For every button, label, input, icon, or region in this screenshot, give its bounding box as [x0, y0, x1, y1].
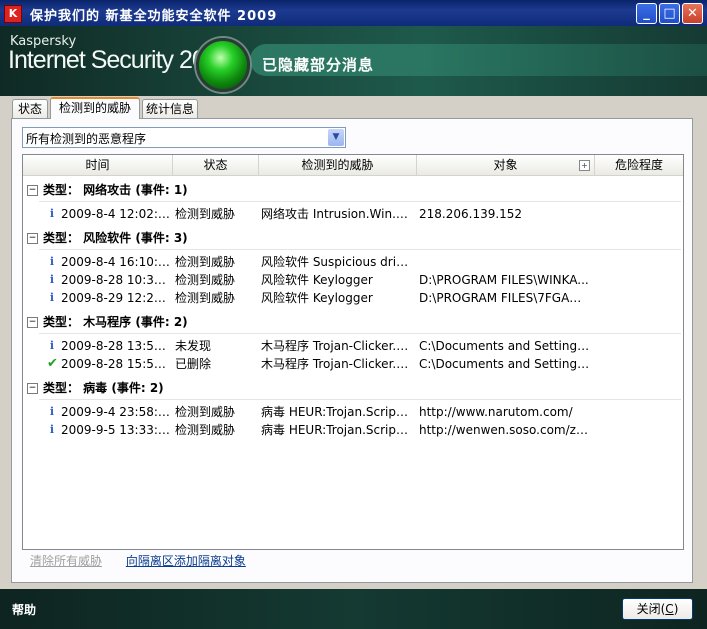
cell-time: 2009-8-28 13:58...: [61, 339, 171, 353]
cell-threat: 木马程序 Trojan-Clicker.J...: [261, 339, 411, 353]
divider: [39, 333, 681, 334]
help-link[interactable]: 帮助: [12, 601, 36, 618]
threat-filter-value: 所有检测到的恶意程序: [26, 132, 147, 146]
chevron-down-icon[interactable]: ▼: [328, 129, 344, 146]
column-time[interactable]: 时间: [23, 155, 173, 175]
cell-status: 已删除: [175, 357, 212, 371]
maximize-button[interactable]: □: [659, 3, 680, 24]
collapse-icon[interactable]: −: [27, 383, 38, 394]
info-icon: i: [49, 273, 55, 286]
collapse-icon[interactable]: −: [27, 233, 38, 244]
cell-threat: 风险软件 Keylogger: [261, 273, 373, 287]
close-button-label-end: ): [673, 602, 679, 616]
threat-list[interactable]: 时间 状态 检测到的威胁 对象 + 危险程度 − 类型： 网络攻击 (事件: 1)…: [22, 154, 684, 550]
column-status[interactable]: 状态: [173, 155, 259, 175]
cell-threat: 风险软件 Keylogger: [261, 291, 373, 305]
info-icon: i: [49, 207, 55, 220]
close-button-label: 关闭(: [636, 602, 666, 616]
threat-filter-select[interactable]: 所有检测到的恶意程序 ▼: [22, 127, 346, 148]
group-header[interactable]: − 类型： 风险软件 (事件: 3): [27, 229, 188, 247]
cell-status: 检测到威胁: [175, 273, 236, 287]
column-threat[interactable]: 检测到的威胁: [259, 155, 417, 175]
check-icon: ✔: [47, 356, 57, 371]
cell-object: 218.206.139.152: [419, 207, 523, 221]
minimize-button[interactable]: _: [636, 3, 657, 24]
cell-time: 2009-8-28 15:58...: [61, 357, 171, 371]
table-row[interactable]: ✔ 2009-8-28 15:58... 已删除 木马程序 Trojan-Cli…: [23, 355, 683, 373]
info-icon: i: [49, 291, 55, 304]
cell-time: 2009-8-29 12:20...: [61, 291, 171, 305]
group-label: 类型： 风险软件 (事件: 3): [43, 231, 188, 245]
footer-bar: 帮助 关闭(C): [0, 589, 707, 629]
table-row[interactable]: i 2009-9-4 23:58:44 检测到威胁 病毒 HEUR:Trojan…: [23, 403, 683, 421]
cell-status: 检测到威胁: [175, 207, 236, 221]
close-window-button[interactable]: ✕: [682, 3, 703, 24]
cell-threat: 木马程序 Trojan-Clicker.J...: [261, 357, 411, 371]
cell-threat: 风险软件 Suspicious drive...: [261, 255, 411, 269]
group-header[interactable]: − 类型： 病毒 (事件: 2): [27, 379, 164, 397]
cell-time: 2009-9-5 13:33:27: [61, 423, 171, 437]
cell-object: C:\Documents and Settings\...: [419, 339, 591, 353]
add-to-quarantine-link[interactable]: 向隔离区添加隔离对象: [126, 554, 246, 568]
column-header-row: 时间 状态 检测到的威胁 对象 + 危险程度: [23, 155, 683, 176]
cell-time: 2009-9-4 23:58:44: [61, 405, 171, 419]
cell-object: D:\PROGRAM FILES\7FGAME...: [419, 291, 591, 305]
cell-time: 2009-8-28 10:33...: [61, 273, 171, 287]
expand-columns-icon[interactable]: +: [579, 160, 590, 171]
kaspersky-app-icon: K: [4, 5, 22, 23]
cell-object: D:\PROGRAM FILES\WINKA...: [419, 273, 589, 287]
table-row[interactable]: i 2009-8-4 12:02:26 检测到威胁 网络攻击 Intrusion…: [23, 205, 683, 223]
close-button-hotkey: C: [665, 602, 674, 616]
action-links: 清除所有威胁 向隔离区添加隔离对象: [30, 552, 246, 569]
divider: [39, 399, 681, 400]
divider: [39, 249, 681, 250]
info-icon: i: [49, 405, 55, 418]
cell-status: 检测到威胁: [175, 255, 236, 269]
cell-time: 2009-8-4 16:10:29: [61, 255, 171, 269]
window-title: 保护我们的 新基全功能安全软件 2009: [30, 9, 278, 24]
group-label: 类型： 木马程序 (事件: 2): [43, 315, 188, 329]
collapse-icon[interactable]: −: [27, 317, 38, 328]
column-object[interactable]: 对象: [417, 155, 595, 175]
status-headline: 已隐藏部分消息: [262, 56, 375, 74]
info-icon: i: [49, 423, 55, 436]
tab-statistics[interactable]: 统计信息: [142, 99, 198, 118]
tab-status[interactable]: 状态: [12, 99, 48, 118]
table-row[interactable]: i 2009-9-5 13:33:27 检测到威胁 病毒 HEUR:Trojan…: [23, 421, 683, 439]
status-light-icon: [196, 38, 250, 92]
divider: [39, 201, 681, 202]
cell-object: C:\Documents and Settings\...: [419, 357, 591, 371]
cell-object: http://wenwen.soso.com/z/...: [419, 423, 591, 437]
column-danger-level[interactable]: 危险程度: [595, 155, 683, 175]
collapse-icon[interactable]: −: [27, 185, 38, 196]
tab-detected-threats[interactable]: 检测到的威胁: [50, 97, 140, 119]
clear-all-threats-link[interactable]: 清除所有威胁: [30, 554, 102, 568]
group-label: 类型： 网络攻击 (事件: 1): [43, 183, 188, 197]
group-label: 类型： 病毒 (事件: 2): [43, 381, 164, 395]
cell-threat: 网络攻击 Intrusion.Win.M...: [261, 207, 411, 221]
header-banner: Kaspersky Internet Security 2009 已隐藏部分消息: [0, 26, 707, 96]
close-button[interactable]: 关闭(C): [622, 598, 693, 620]
cell-object: http://www.narutom.com/: [419, 405, 573, 419]
table-row[interactable]: i 2009-8-28 10:33... 检测到威胁 风险软件 Keylogge…: [23, 271, 683, 289]
group-header[interactable]: − 类型： 木马程序 (事件: 2): [27, 313, 188, 331]
table-row[interactable]: i 2009-8-28 13:58... 未发现 木马程序 Trojan-Cli…: [23, 337, 683, 355]
info-icon: i: [49, 339, 55, 352]
cell-status: 检测到威胁: [175, 405, 236, 419]
cell-threat: 病毒 HEUR:Trojan.Script.I...: [261, 423, 411, 437]
table-row[interactable]: i 2009-8-29 12:20... 检测到威胁 风险软件 Keylogge…: [23, 289, 683, 307]
cell-time: 2009-8-4 12:02:26: [61, 207, 171, 221]
table-row[interactable]: i 2009-8-4 16:10:29 检测到威胁 风险软件 Suspiciou…: [23, 253, 683, 271]
cell-threat: 病毒 HEUR:Trojan.Script.I...: [261, 405, 411, 419]
group-header[interactable]: − 类型： 网络攻击 (事件: 1): [27, 181, 188, 199]
cell-status: 检测到威胁: [175, 423, 236, 437]
cell-status: 检测到威胁: [175, 291, 236, 305]
cell-status: 未发现: [175, 339, 212, 353]
info-icon: i: [49, 255, 55, 268]
title-bar[interactable]: K 保护我们的 新基全功能安全软件 2009 _ □ ✕: [0, 0, 707, 26]
threats-panel: 所有检测到的恶意程序 ▼ 时间 状态 检测到的威胁 对象 + 危险程度 − 类型：…: [11, 118, 693, 583]
